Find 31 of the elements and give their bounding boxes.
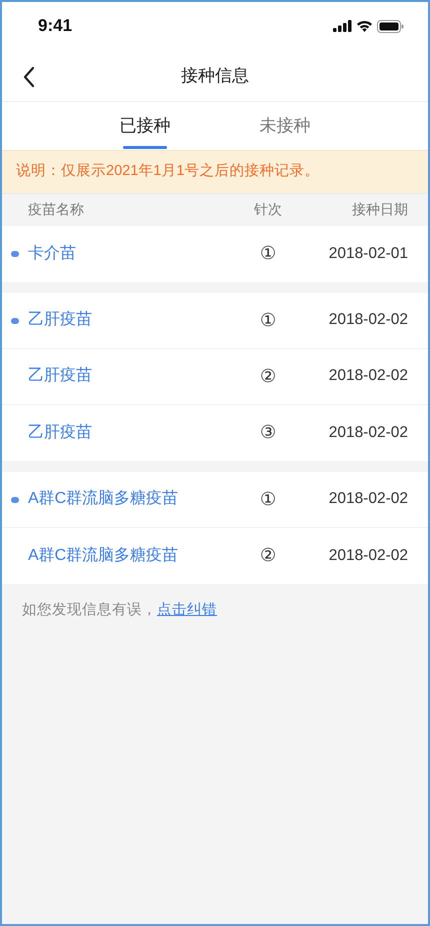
- vaccine-name[interactable]: A群C群流脑多糖疫苗: [28, 490, 178, 508]
- battery-icon: [377, 20, 404, 32]
- date-cell: 2018-02-02: [328, 490, 408, 508]
- dose-number: ①: [260, 310, 276, 330]
- tab[interactable]: 已接种: [75, 102, 215, 150]
- tab[interactable]: 未接种: [215, 102, 355, 150]
- date-cell: 2018-02-01: [328, 244, 408, 262]
- column-header: 疫苗名称: [28, 200, 85, 220]
- date-cell: 2018-02-02: [328, 424, 408, 441]
- column-header: 针次: [253, 200, 283, 220]
- status-time: 9:41: [38, 15, 72, 38]
- date-cell: 2018-02-02: [328, 311, 408, 328]
- footer-text: 如您发现信息有误，: [22, 600, 157, 620]
- vaccine-name[interactable]: 乙肝疫苗: [28, 311, 92, 328]
- page-title: 接种信息: [181, 64, 249, 87]
- dose-number: ③: [260, 422, 276, 442]
- notice-text: 说明：仅展示2021年1月1号之后的接种记录。: [2, 150, 428, 194]
- date-cell: 2018-02-02: [328, 367, 408, 384]
- dose-number: ①: [260, 488, 276, 509]
- dose-number: ②: [260, 366, 276, 386]
- dose-number: ②: [260, 545, 276, 566]
- vaccine-name[interactable]: 乙肝疫苗: [28, 367, 92, 384]
- vaccine-name[interactable]: 乙肝疫苗: [28, 424, 92, 441]
- vaccine-name[interactable]: A群C群流脑多糖疫苗: [28, 546, 178, 564]
- dose-number: ①: [260, 243, 276, 264]
- column-header: 接种日期: [351, 200, 408, 220]
- date-cell: 2018-02-02: [328, 546, 408, 564]
- vaccine-name[interactable]: 卡介苗: [28, 244, 76, 262]
- signal-icon: [333, 20, 352, 32]
- wifi-icon: [356, 20, 373, 32]
- report-error-link[interactable]: 点击纠错: [157, 600, 217, 622]
